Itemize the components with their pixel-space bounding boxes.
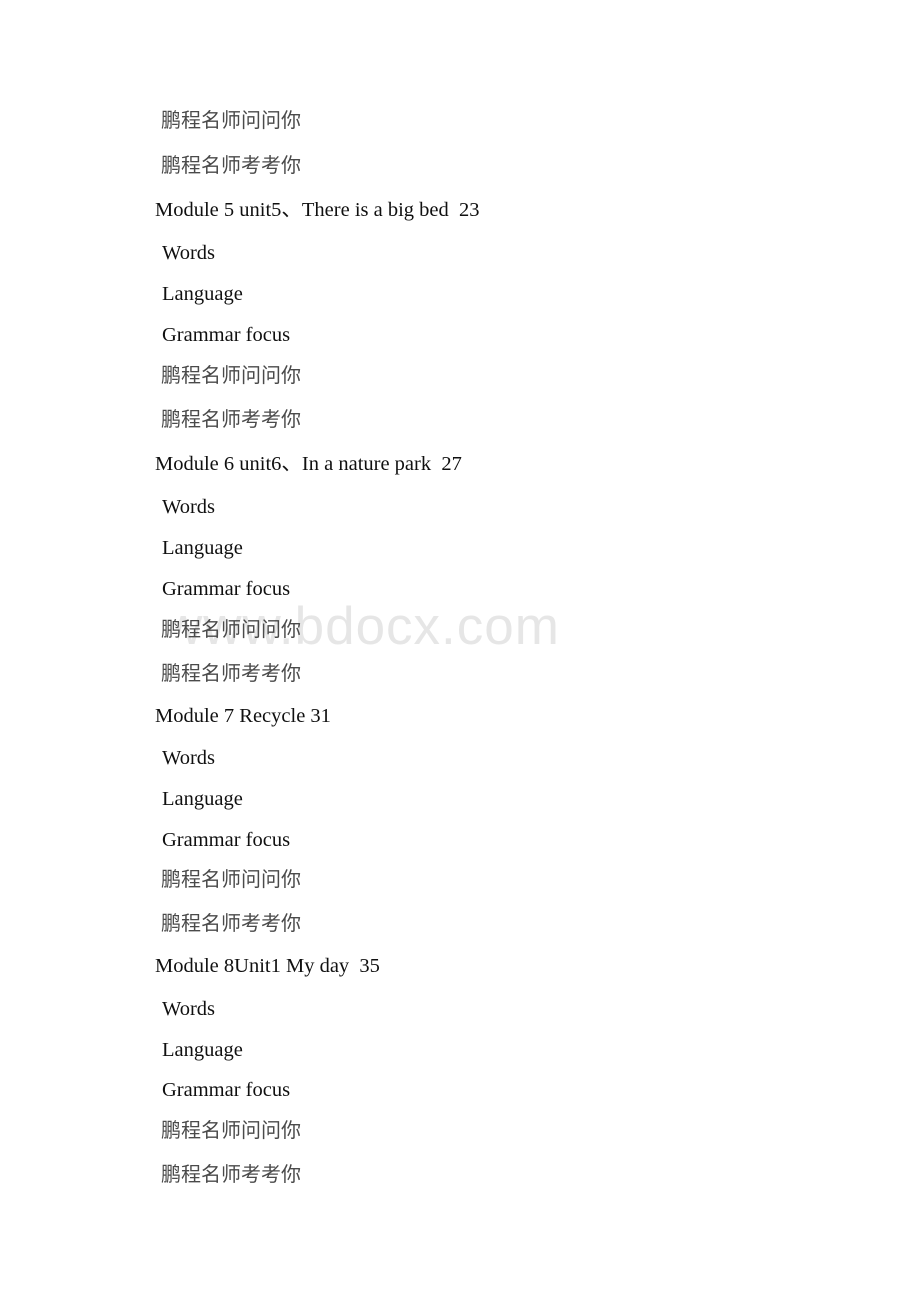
toc-section-item: Grammar focus bbox=[162, 829, 291, 851]
toc-module-entry: Module 8Unit1 My day 35 bbox=[155, 955, 380, 977]
toc-section-item: Grammar focus bbox=[162, 578, 291, 600]
toc-section-item: Words bbox=[162, 242, 216, 264]
toc-section-item: Words bbox=[162, 747, 216, 769]
toc-module-entry: Module 6 unit6、In a nature park 27 bbox=[155, 453, 462, 475]
toc-section-item-cn: 鹏程名师问问你 bbox=[161, 617, 301, 641]
toc-section-item: Words bbox=[162, 496, 216, 518]
toc-section-item: Grammar focus bbox=[162, 1079, 291, 1101]
toc-section-item: Language bbox=[162, 1039, 243, 1061]
toc-section-item-cn: 鹏程名师考考你 bbox=[161, 911, 301, 935]
toc-module-entry: Module 5 unit5、There is a big bed 23 bbox=[155, 199, 480, 221]
toc-section-item: Language bbox=[162, 283, 243, 305]
toc-section-item-cn: 鹏程名师问问你 bbox=[161, 363, 301, 387]
toc-section-item-cn: 鹏程名师考考你 bbox=[161, 407, 301, 431]
toc-section-item-cn: 鹏程名师问问你 bbox=[161, 108, 301, 132]
toc-section-item: Language bbox=[162, 537, 243, 559]
document-page: www.bdocx.com 鹏程名师问问你 鹏程名师考考你 Module 5 uni… bbox=[0, 0, 920, 1302]
toc-section-item: Grammar focus bbox=[162, 324, 291, 346]
toc-section-item: Words bbox=[162, 998, 216, 1020]
toc-section-item: Language bbox=[162, 788, 243, 810]
toc-section-item-cn: 鹏程名师考考你 bbox=[161, 661, 301, 685]
toc-section-item-cn: 鹏程名师考考你 bbox=[161, 1162, 301, 1186]
toc-section-item-cn: 鹏程名师问问你 bbox=[161, 867, 301, 891]
toc-section-item-cn: 鹏程名师问问你 bbox=[161, 1118, 301, 1142]
toc-section-item-cn: 鹏程名师考考你 bbox=[161, 153, 301, 177]
toc-module-entry: Module 7 Recycle 31 bbox=[155, 705, 331, 727]
